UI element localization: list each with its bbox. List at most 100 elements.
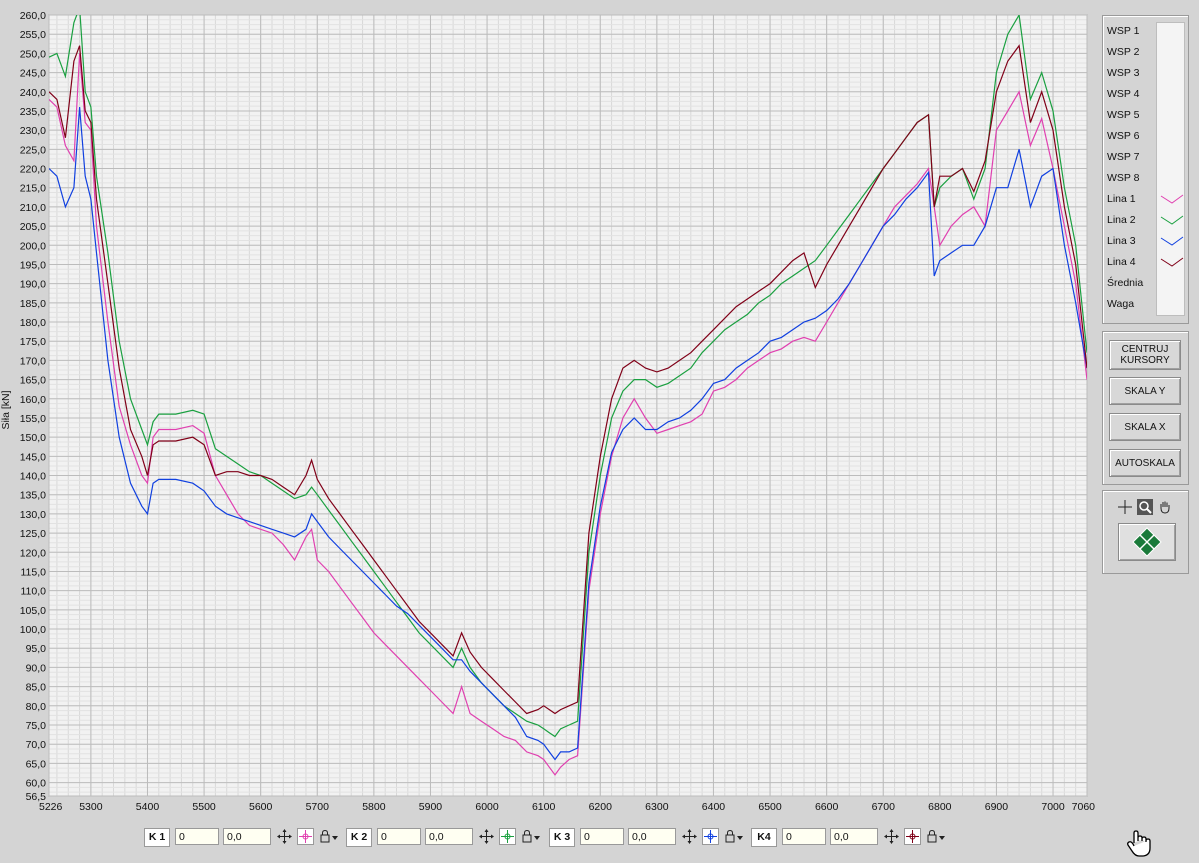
legend-item-lina-4[interactable]: Lina 4: [1107, 252, 1185, 273]
legend-label: WSP 6: [1107, 130, 1140, 142]
cursor-value-field[interactable]: 0,0: [425, 828, 473, 845]
legend-item-lina-2[interactable]: Lina 2: [1107, 210, 1185, 231]
legend-item-wsp-3[interactable]: WSP 3: [1107, 63, 1185, 84]
x-tick-label: 5500: [192, 801, 216, 813]
legend-item-waga[interactable]: Waga: [1107, 294, 1185, 315]
mouse-hand-cursor-icon: [1125, 828, 1153, 860]
y-tick-label: 205,0: [20, 221, 46, 233]
cursor-group-1: K 1 0 0,0: [144, 828, 340, 847]
legend-item-wsp-6[interactable]: WSP 6: [1107, 126, 1185, 147]
y-tick-label: 235,0: [20, 106, 46, 118]
pan-hand-icon[interactable]: [1157, 499, 1173, 515]
center-cursors-button[interactable]: CENTRUJ KURSORY: [1109, 340, 1181, 370]
x-tick-label: 5800: [362, 801, 386, 813]
x-tick-label: 6900: [985, 801, 1009, 813]
cursor-move-diamond-icon[interactable]: [1118, 523, 1176, 561]
legend-label: WSP 2: [1107, 46, 1140, 58]
scale-controls-panel: CENTRUJ KURSORY SKALA Y SKALA X AUTOSKAL…: [1102, 331, 1189, 485]
scale-x-button[interactable]: SKALA X: [1109, 413, 1181, 441]
y-tick-label: 230,0: [20, 125, 46, 137]
legend-item-wsp-8[interactable]: WSP 8: [1107, 168, 1185, 189]
cursor-style-icon[interactable]: [702, 828, 719, 845]
y-tick-label: 185,0: [20, 298, 46, 310]
cursor-lock-icon[interactable]: [318, 828, 340, 845]
cursor-value-field[interactable]: 0,0: [223, 828, 271, 845]
x-tick-label: 6200: [589, 801, 613, 813]
cursor-move-icon[interactable]: [276, 828, 293, 845]
x-tick-label: 5300: [79, 801, 103, 813]
cursor-style-icon[interactable]: [904, 828, 921, 845]
y-tick-label: 220,0: [20, 164, 46, 176]
legend-item-lina-1[interactable]: Lina 1: [1107, 189, 1185, 210]
cursor-value-field[interactable]: 0,0: [830, 828, 878, 845]
cursor-lock-icon[interactable]: [925, 828, 947, 845]
x-tick-label: 5600: [249, 801, 273, 813]
y-tick-label: 95,0: [26, 643, 47, 655]
force-chart[interactable]: 56,560,065,070,075,080,085,090,095,0100,…: [0, 0, 1096, 824]
x-tick-label: 7000: [1041, 801, 1065, 813]
legend-item-wsp-4[interactable]: WSP 4: [1107, 84, 1185, 105]
y-tick-label: 215,0: [20, 183, 46, 195]
y-axis-label: Siła [kN]: [0, 390, 12, 429]
cursor-group-2: K 2 0 0,0: [346, 828, 542, 847]
x-tick-label: 6500: [758, 801, 782, 813]
cursor-index-field[interactable]: 0: [782, 828, 826, 845]
y-tick-label: 120,0: [20, 547, 46, 559]
cursor-lock-icon[interactable]: [520, 828, 542, 845]
y-tick-label: 200,0: [20, 240, 46, 252]
y-tick-label: 65,0: [26, 758, 47, 770]
chart-area[interactable]: 56,5 60,0 65,0 70,0 75,0 80,0 85,0 90,0 95,0 100,…: [0, 0, 1096, 824]
y-tick-label: 225,0: [20, 144, 46, 156]
crosshair-tool-icon[interactable]: [1117, 499, 1133, 515]
x-tick-label: 6600: [815, 801, 839, 813]
legend-label: WSP 4: [1107, 88, 1140, 100]
x-tick-label: 5226: [39, 801, 63, 813]
cursor-value-field[interactable]: 0,0: [628, 828, 676, 845]
cursor-move-icon[interactable]: [478, 828, 495, 845]
cursor-name-label: K4: [751, 828, 777, 847]
autoscale-button[interactable]: AUTOSKALA: [1109, 449, 1181, 477]
y-tick-label: 100,0: [20, 624, 46, 636]
legend-swatch: [1160, 257, 1184, 267]
cursor-lock-icon[interactable]: [723, 828, 745, 845]
y-tick-label: 135,0: [20, 490, 46, 502]
cursor-group-3: K 3 0 0,0: [549, 828, 745, 847]
y-tick-label: 195,0: [20, 259, 46, 271]
x-tick-label: 5900: [419, 801, 443, 813]
cursor-move-icon[interactable]: [883, 828, 900, 845]
plot-background: [48, 14, 1088, 797]
cursor-move-icon[interactable]: [681, 828, 698, 845]
zoom-tool-icon[interactable]: [1137, 499, 1153, 515]
legend-item-wsp-5[interactable]: WSP 5: [1107, 105, 1185, 126]
x-tick-label: 6700: [872, 801, 896, 813]
cursor-style-icon[interactable]: [297, 828, 314, 845]
x-tick-label: 7060: [1072, 801, 1096, 813]
scale-y-button[interactable]: SKALA Y: [1109, 377, 1181, 405]
legend-item-wsp-7[interactable]: WSP 7: [1107, 147, 1185, 168]
legend-label: Waga: [1107, 298, 1135, 310]
legend-item-wsp-2[interactable]: WSP 2: [1107, 42, 1185, 63]
y-tick-label: 110,0: [21, 586, 47, 598]
legend-item-średnia[interactable]: Średnia: [1107, 273, 1185, 294]
cursor-name-label: K 3: [549, 828, 575, 847]
legend-label: WSP 5: [1107, 109, 1140, 121]
cursor-index-field[interactable]: 0: [175, 828, 219, 845]
legend-label: WSP 3: [1107, 67, 1140, 79]
legend-label: Lina 4: [1107, 256, 1136, 268]
x-tick-label: 6000: [475, 801, 499, 813]
x-tick-label: 6800: [928, 801, 952, 813]
y-tick-label: 150,0: [20, 432, 46, 444]
cursor-style-icon[interactable]: [499, 828, 516, 845]
legend-label: Lina 2: [1107, 214, 1136, 226]
legend-item-wsp-1[interactable]: WSP 1: [1107, 21, 1185, 42]
y-tick-label: 130,0: [20, 509, 46, 521]
y-tick-label: 160,0: [20, 394, 46, 406]
y-tick-label: 115,0: [21, 566, 47, 578]
y-tick-label: 85,0: [26, 682, 47, 694]
x-tick-label: 6100: [532, 801, 556, 813]
cursor-index-field[interactable]: 0: [377, 828, 421, 845]
y-tick-label: 180,0: [20, 317, 46, 329]
cursor-index-field[interactable]: 0: [580, 828, 624, 845]
legend-item-lina-3[interactable]: Lina 3: [1107, 231, 1185, 252]
legend-label: Średnia: [1107, 277, 1144, 289]
